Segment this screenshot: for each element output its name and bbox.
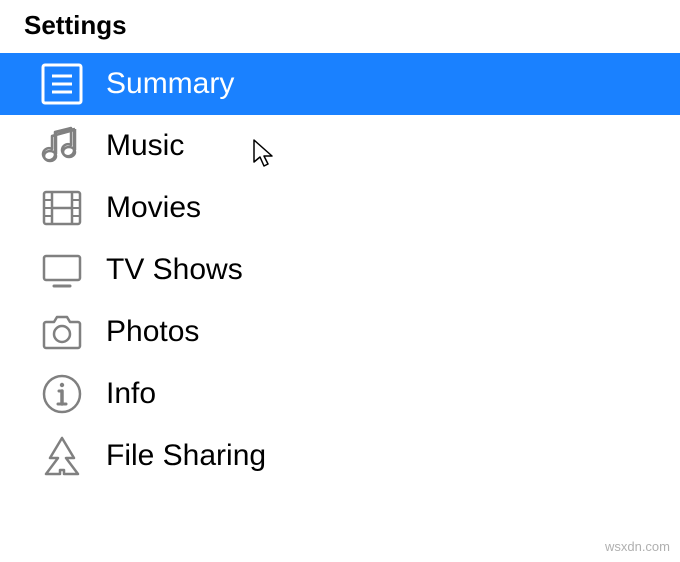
menu-item-movies[interactable]: Movies [0,177,680,239]
menu-item-tvshows[interactable]: TV Shows [0,239,680,301]
music-icon [40,124,84,168]
filesharing-icon [40,434,84,478]
watermark: wsxdn.com [605,539,670,554]
menu-item-music[interactable]: Music [0,115,680,177]
menu-item-label: Summary [106,67,234,101]
info-icon [40,372,84,416]
tvshows-icon [40,248,84,292]
menu-item-label: Movies [106,191,201,225]
settings-menu: Summary Music [0,53,680,487]
menu-item-label: Photos [106,315,199,349]
photos-icon [40,310,84,354]
menu-item-filesharing[interactable]: File Sharing [0,425,680,487]
summary-icon [40,62,84,106]
menu-item-label: TV Shows [106,253,243,287]
menu-item-label: Info [106,377,156,411]
menu-item-photos[interactable]: Photos [0,301,680,363]
menu-item-label: File Sharing [106,439,266,473]
settings-sidebar: Settings Summary [0,0,680,487]
section-title: Settings [0,10,680,41]
menu-item-summary[interactable]: Summary [0,53,680,115]
menu-item-info[interactable]: Info [0,363,680,425]
menu-item-label: Music [106,129,184,163]
movies-icon [40,186,84,230]
